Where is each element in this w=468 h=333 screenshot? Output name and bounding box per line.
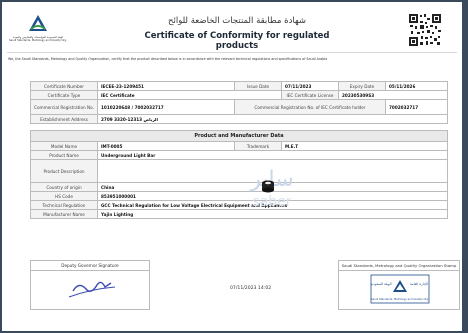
commercial-reg: 1010220648 / 7002032717	[97, 99, 235, 115]
stamp-text-ar-right: الإدارة العامة	[410, 282, 428, 287]
saso-logo: الهيئة السعودية للمواصفات والمقاييس والج…	[8, 14, 68, 46]
iec-holder-reg-label: Commercial Registration No. of IEC Certi…	[234, 99, 386, 115]
stamp-text-ar-left: الهيئة السعودية	[370, 282, 391, 286]
product-name: Underground Light Bar	[97, 150, 448, 160]
stamp-box: Saudi Standards, Metrology and Quality O…	[338, 260, 460, 310]
address-label: Establishment Address	[30, 114, 98, 124]
table-row: Product and Manufacturer Data	[30, 130, 448, 142]
trademark: M.E.T	[281, 141, 448, 151]
certificate-number-label: Certificate Number	[30, 81, 98, 91]
stamp-caption: Saudi Standards, Metrology and Quality O…	[339, 261, 459, 271]
table-row: Model Name IMT-0005 Trademark M.E.T	[30, 141, 448, 151]
saso-stamp: الهيئة السعودية الإدارة العامة Saudi Sta…	[370, 274, 430, 304]
product-image	[262, 180, 274, 193]
expiry-date: 05/11/2026	[385, 81, 448, 91]
org-name: الهيئة السعودية للمواصفات والمقاييس والج…	[8, 36, 68, 42]
commercial-reg-label: Commercial Registration No.	[30, 99, 98, 115]
issue-date: 07/11/2023	[281, 81, 339, 91]
table-row: Establishment Address 2709 3320-12313 ال…	[30, 114, 448, 124]
manufacturer-label: Manufacturer Name	[30, 209, 98, 219]
qr-code-icon[interactable]	[408, 13, 442, 47]
iec-license-label: IEC Certificate License	[281, 90, 339, 100]
header-divider	[7, 52, 457, 53]
table-row: Product Name Underground Light Bar	[30, 150, 448, 160]
certificate-type: IEC Certificate	[97, 90, 282, 100]
hs-code-label: HS Code	[30, 191, 98, 201]
issue-timestamp: 07/11/2023 14:02	[230, 286, 272, 291]
regulation-label: Technical Regulation	[30, 200, 98, 210]
table-row: Commercial Registration No. 1010220648 /…	[30, 99, 448, 115]
certificate-type-label: Certificate Type	[30, 90, 98, 100]
watermark-en: saber	[252, 194, 291, 210]
table-row: Certificate Type IEC Certificate IEC Cer…	[30, 90, 448, 100]
signature-box: Deputy Governor Signature	[30, 260, 150, 310]
certificate-details-table: Certificate Number IECEE-23-1209451 Issu…	[30, 81, 448, 124]
table-row: Certificate Number IECEE-23-1209451 Issu…	[30, 81, 448, 91]
product-section-title: Product and Manufacturer Data	[30, 130, 448, 142]
model-label: Model Name	[30, 141, 98, 151]
signature-image	[68, 281, 116, 298]
origin-label: Country of origin	[30, 182, 98, 192]
intro-statement: We, the Saudi Standards, Metrology and Q…	[8, 57, 328, 61]
expiry-date-label: Expiry Date	[338, 81, 386, 91]
iec-holder-reg: 7002032717	[385, 99, 448, 115]
stamp-text-en: Saudi Standards, Metrology and Quality O…	[371, 297, 429, 301]
certificate-sheet: الهيئة السعودية للمواصفات والمقاييس والج…	[2, 2, 462, 331]
establishment-address: 2709 3320-12313 الرياض	[97, 114, 448, 124]
certificate-number: IECEE-23-1209451	[97, 81, 235, 91]
product-name-label: Product Name	[30, 150, 98, 160]
iec-license: 202305309S3	[338, 90, 448, 100]
org-name-en: Saudi Standards, Metrology and Quality O…	[9, 39, 67, 42]
saso-logo-icon	[29, 15, 47, 31]
title-arabic: شهادة مطابقة المنتجات الخاضعة للوائح	[167, 16, 306, 26]
signature-caption: Deputy Governor Signature	[31, 261, 149, 271]
product-description-label: Product Description	[30, 159, 98, 183]
trademark-label: Trademark	[234, 141, 282, 151]
title-english: Certificate of Conformity for regulated …	[144, 31, 330, 51]
model-name: IMT-0005	[97, 141, 235, 151]
issue-date-label: Issue Date	[234, 81, 282, 91]
